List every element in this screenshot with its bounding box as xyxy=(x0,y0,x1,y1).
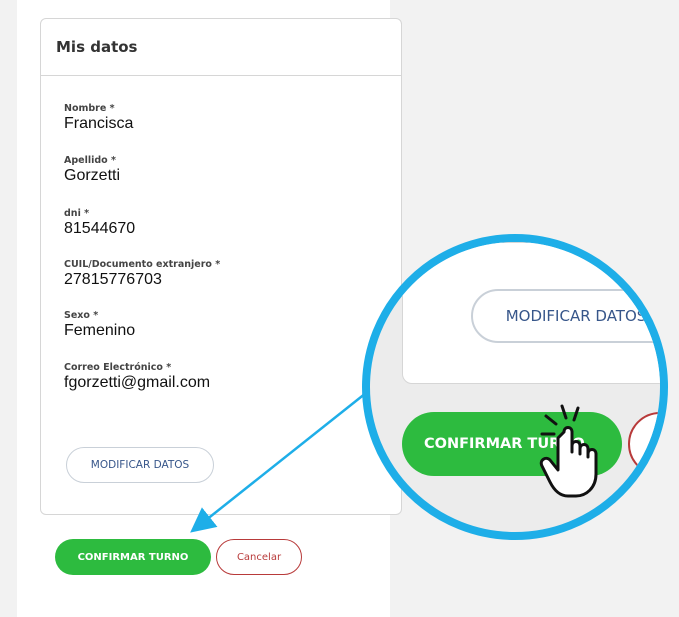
zoom-callout: MODIFICAR DATOS CONFIRMAR TURNO C xyxy=(362,234,668,540)
hand-pointer-icon xyxy=(539,404,598,498)
zoom-card: MODIFICAR DATOS xyxy=(402,242,660,384)
zoom-modificar-datos-button[interactable]: MODIFICAR DATOS xyxy=(471,289,660,343)
